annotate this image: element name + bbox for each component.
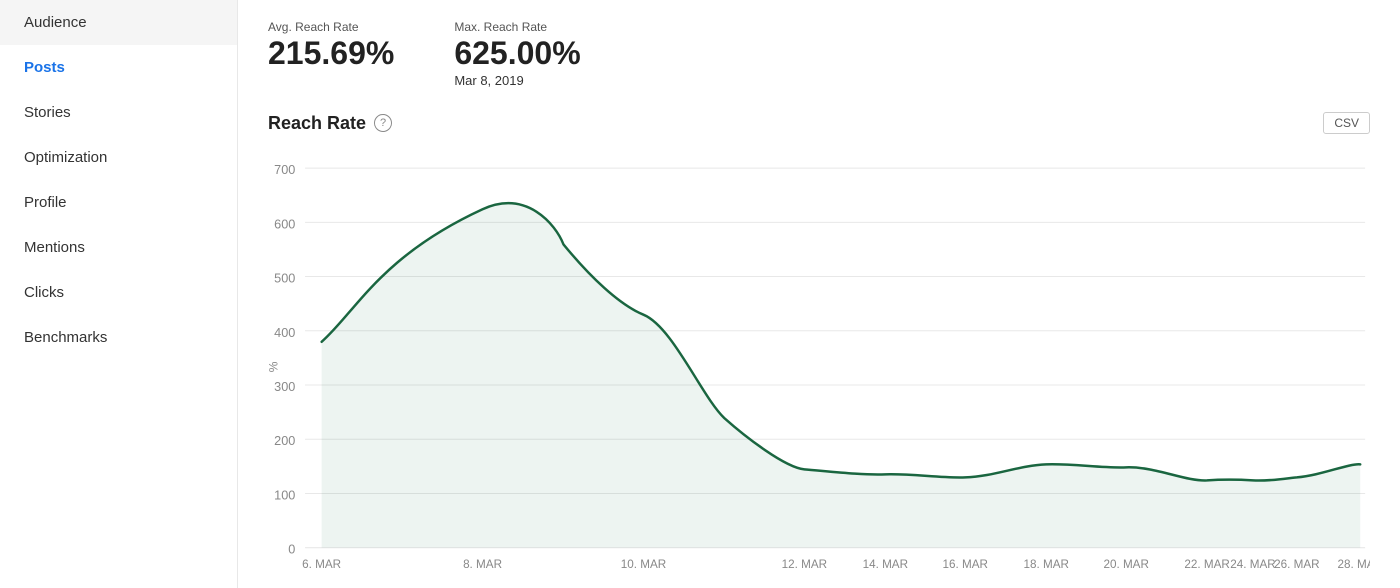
main-content: Avg. Reach Rate 215.69% Max. Reach Rate … bbox=[238, 0, 1400, 588]
chart-title-row: Reach Rate ? bbox=[268, 113, 392, 134]
svg-text:24. MAR: 24. MAR bbox=[1230, 557, 1276, 571]
max-reach-rate-date: Mar 8, 2019 bbox=[454, 73, 580, 88]
svg-text:10. MAR: 10. MAR bbox=[621, 557, 667, 571]
svg-text:12. MAR: 12. MAR bbox=[782, 557, 828, 571]
sidebar-item-benchmarks[interactable]: Benchmarks bbox=[0, 315, 237, 360]
svg-text:20. MAR: 20. MAR bbox=[1103, 557, 1149, 571]
sidebar-item-stories[interactable]: Stories bbox=[0, 90, 237, 135]
max-reach-rate-value: 625.00% bbox=[454, 36, 580, 71]
svg-text:600: 600 bbox=[274, 216, 295, 231]
svg-text:22. MAR: 22. MAR bbox=[1184, 557, 1230, 571]
svg-text:100: 100 bbox=[274, 487, 295, 502]
avg-reach-rate-block: Avg. Reach Rate 215.69% bbox=[268, 20, 394, 88]
svg-text:6. MAR: 6. MAR bbox=[302, 557, 341, 571]
svg-text:%: % bbox=[268, 361, 281, 372]
max-reach-rate-label: Max. Reach Rate bbox=[454, 20, 580, 34]
sidebar-item-optimization[interactable]: Optimization bbox=[0, 135, 237, 180]
sidebar-item-audience[interactable]: Audience bbox=[0, 0, 237, 45]
svg-text:28. MAR: 28. MAR bbox=[1338, 557, 1370, 571]
chart-title: Reach Rate bbox=[268, 113, 366, 134]
sidebar: Audience Posts Stories Optimization Prof… bbox=[0, 0, 238, 588]
svg-text:16. MAR: 16. MAR bbox=[943, 557, 989, 571]
svg-text:300: 300 bbox=[274, 379, 295, 394]
svg-text:400: 400 bbox=[274, 325, 295, 340]
chart-container: 700 600 500 400 300 200 100 0 % bbox=[268, 146, 1370, 578]
sidebar-item-profile[interactable]: Profile bbox=[0, 180, 237, 225]
svg-text:700: 700 bbox=[274, 162, 295, 177]
sidebar-item-posts[interactable]: Posts bbox=[0, 45, 237, 90]
sidebar-item-mentions[interactable]: Mentions bbox=[0, 225, 237, 270]
reach-rate-chart: 700 600 500 400 300 200 100 0 % bbox=[268, 146, 1370, 578]
svg-text:200: 200 bbox=[274, 433, 295, 448]
stats-row: Avg. Reach Rate 215.69% Max. Reach Rate … bbox=[268, 20, 1370, 88]
csv-button[interactable]: CSV bbox=[1323, 112, 1370, 134]
svg-text:26. MAR: 26. MAR bbox=[1274, 557, 1320, 571]
chart-section: Reach Rate ? CSV 700 600 500 400 300 200… bbox=[268, 112, 1370, 578]
svg-text:8. MAR: 8. MAR bbox=[463, 557, 502, 571]
svg-text:14. MAR: 14. MAR bbox=[863, 557, 909, 571]
svg-text:0: 0 bbox=[288, 542, 295, 557]
sidebar-item-clicks[interactable]: Clicks bbox=[0, 270, 237, 315]
help-icon[interactable]: ? bbox=[374, 114, 392, 132]
avg-reach-rate-label: Avg. Reach Rate bbox=[268, 20, 394, 34]
chart-header: Reach Rate ? CSV bbox=[268, 112, 1370, 134]
avg-reach-rate-value: 215.69% bbox=[268, 36, 394, 71]
max-reach-rate-block: Max. Reach Rate 625.00% Mar 8, 2019 bbox=[454, 20, 580, 88]
svg-text:500: 500 bbox=[274, 271, 295, 286]
svg-text:18. MAR: 18. MAR bbox=[1023, 557, 1069, 571]
